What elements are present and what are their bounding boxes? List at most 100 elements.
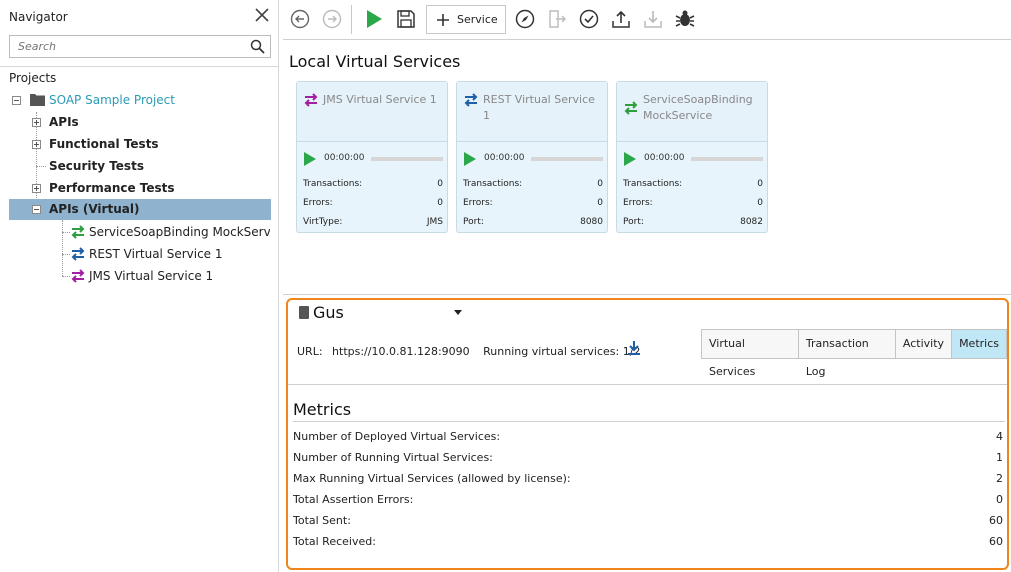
check-icon[interactable] <box>578 8 600 30</box>
divider <box>0 66 279 67</box>
card-progress-bar <box>691 157 763 161</box>
tree-item-functional-tests[interactable]: Functional Tests <box>10 134 270 155</box>
play-icon[interactable] <box>304 152 316 166</box>
run-icon[interactable] <box>363 8 385 30</box>
card-progress-bar <box>371 157 443 161</box>
card-timer: 00:00:00 <box>484 153 525 163</box>
purple-arrows-icon <box>71 269 85 283</box>
card-transactions: Transactions: 0 <box>623 179 763 189</box>
search-box <box>9 35 271 58</box>
tree-line <box>62 220 63 276</box>
server-icon <box>299 306 309 319</box>
card-transactions: Transactions: 0 <box>463 179 603 189</box>
chevron-down-icon[interactable] <box>454 310 462 315</box>
play-icon[interactable] <box>464 152 476 166</box>
metrics-title: Metrics <box>293 400 352 419</box>
card-timer: 00:00:00 <box>324 153 365 163</box>
blue-arrows-icon <box>464 93 478 107</box>
green-arrows-icon <box>71 225 85 239</box>
card-transactions: Transactions: 0 <box>303 179 443 189</box>
tab-activity[interactable]: Activity <box>896 330 953 358</box>
collapse-icon[interactable] <box>12 96 21 105</box>
tree-item-label: JMS Virtual Service 1 <box>89 269 214 283</box>
add-service-button[interactable]: Service <box>426 5 506 34</box>
blue-arrows-icon <box>71 247 85 261</box>
project-name: SOAP Sample Project <box>49 93 175 107</box>
back-icon[interactable] <box>289 8 311 30</box>
card-header: REST Virtual Service 1 <box>457 82 607 142</box>
tree-item-label: REST Virtual Service 1 <box>89 247 223 261</box>
play-icon[interactable] <box>624 152 636 166</box>
bug-icon[interactable] <box>674 8 696 30</box>
url-label: URL: <box>297 345 323 358</box>
search-icon[interactable] <box>250 39 265 54</box>
purple-arrows-icon <box>304 93 318 107</box>
close-icon[interactable] <box>253 6 271 24</box>
card-port: Port: 8080 <box>463 217 603 227</box>
green-arrows-icon <box>624 101 638 115</box>
projects-label: Projects <box>9 71 57 85</box>
tree-line <box>62 276 70 277</box>
tree-line <box>62 254 70 255</box>
card-title: REST Virtual Service 1 <box>483 93 595 122</box>
tree-item-label: Performance Tests <box>49 181 175 195</box>
search-input[interactable] <box>10 36 246 57</box>
card-errors: Errors: 0 <box>463 198 603 208</box>
card-title: ServiceSoapBinding MockService <box>643 93 753 122</box>
metric-row: Number of Deployed Virtual Services: 4 <box>293 430 1003 443</box>
divider <box>288 384 1007 385</box>
tree-item-project[interactable]: SOAP Sample Project <box>10 90 270 111</box>
tab-transaction-log[interactable]: Transaction Log <box>799 330 896 378</box>
running-services-status: Running virtual services: 1/2 <box>483 345 641 358</box>
service-card-rest[interactable]: REST Virtual Service 1 00:00:00 Transact… <box>456 81 608 233</box>
navigator-title: Navigator <box>9 10 68 24</box>
service-card-jms[interactable]: JMS Virtual Service 1 00:00:00 Transacti… <box>296 81 448 233</box>
metric-row: Total Received: 60 <box>293 535 1003 548</box>
server-tabs: Virtual Services Transaction Log Activit… <box>701 329 1007 378</box>
tree-item-performance-tests[interactable]: Performance Tests <box>10 178 270 199</box>
card-title: JMS Virtual Service 1 <box>323 93 437 106</box>
card-errors: Errors: 0 <box>623 198 763 208</box>
tree-item-jms-virtual-service[interactable]: JMS Virtual Service 1 <box>70 266 270 287</box>
collapse-icon[interactable] <box>32 205 41 214</box>
tree-line <box>62 232 70 233</box>
metric-row: Max Running Virtual Services (allowed by… <box>293 472 1003 485</box>
upload-icon[interactable] <box>610 8 632 30</box>
tree-item-label: Security Tests <box>49 159 144 173</box>
tree-item-soap-mock-service[interactable]: ServiceSoapBinding MockService <box>70 222 270 243</box>
metric-row: Number of Running Virtual Services: 1 <box>293 451 1003 464</box>
expand-icon[interactable] <box>32 184 41 193</box>
download-icon[interactable] <box>626 340 642 356</box>
tree-item-label: APIs (Virtual) <box>49 202 140 216</box>
server-name: Gus <box>313 303 344 322</box>
export-disabled-icon[interactable] <box>546 8 568 30</box>
save-icon[interactable] <box>395 8 417 30</box>
divider <box>283 294 1011 295</box>
download-disabled-icon[interactable] <box>642 8 664 30</box>
server-url: https://10.0.81.128:9090 <box>332 345 470 358</box>
local-virtual-services-title: Local Virtual Services <box>289 52 461 71</box>
tree-item-apis[interactable]: APIs <box>10 112 270 133</box>
metric-row: Total Assertion Errors: 0 <box>293 493 1003 506</box>
expand-icon[interactable] <box>32 118 41 127</box>
toolbar-separator <box>351 5 352 34</box>
service-card-soap-mock[interactable]: ServiceSoapBinding MockService 00:00:00 … <box>616 81 768 233</box>
card-header: JMS Virtual Service 1 <box>297 82 447 142</box>
card-virttype: VirtType: JMS <box>303 217 443 227</box>
plus-icon <box>437 14 449 26</box>
folder-icon <box>30 94 45 106</box>
compass-icon[interactable] <box>514 8 536 30</box>
tree-item-apis-virtual[interactable]: APIs (Virtual) <box>9 199 271 220</box>
server-info: URL: https://10.0.81.128:9090 Running vi… <box>297 345 646 358</box>
tab-metrics[interactable]: Metrics <box>952 330 1006 358</box>
card-header: ServiceSoapBinding MockService <box>617 82 767 142</box>
card-timer: 00:00:00 <box>644 153 685 163</box>
card-errors: Errors: 0 <box>303 198 443 208</box>
tree-item-rest-virtual-service[interactable]: REST Virtual Service 1 <box>70 244 270 265</box>
service-button-label: Service <box>457 13 498 26</box>
tree-item-security-tests[interactable]: Security Tests <box>10 156 270 177</box>
tab-virtual-services[interactable]: Virtual Services <box>702 330 799 378</box>
card-port: Port: 8082 <box>623 217 763 227</box>
forward-icon[interactable] <box>321 8 343 30</box>
expand-icon[interactable] <box>32 140 41 149</box>
